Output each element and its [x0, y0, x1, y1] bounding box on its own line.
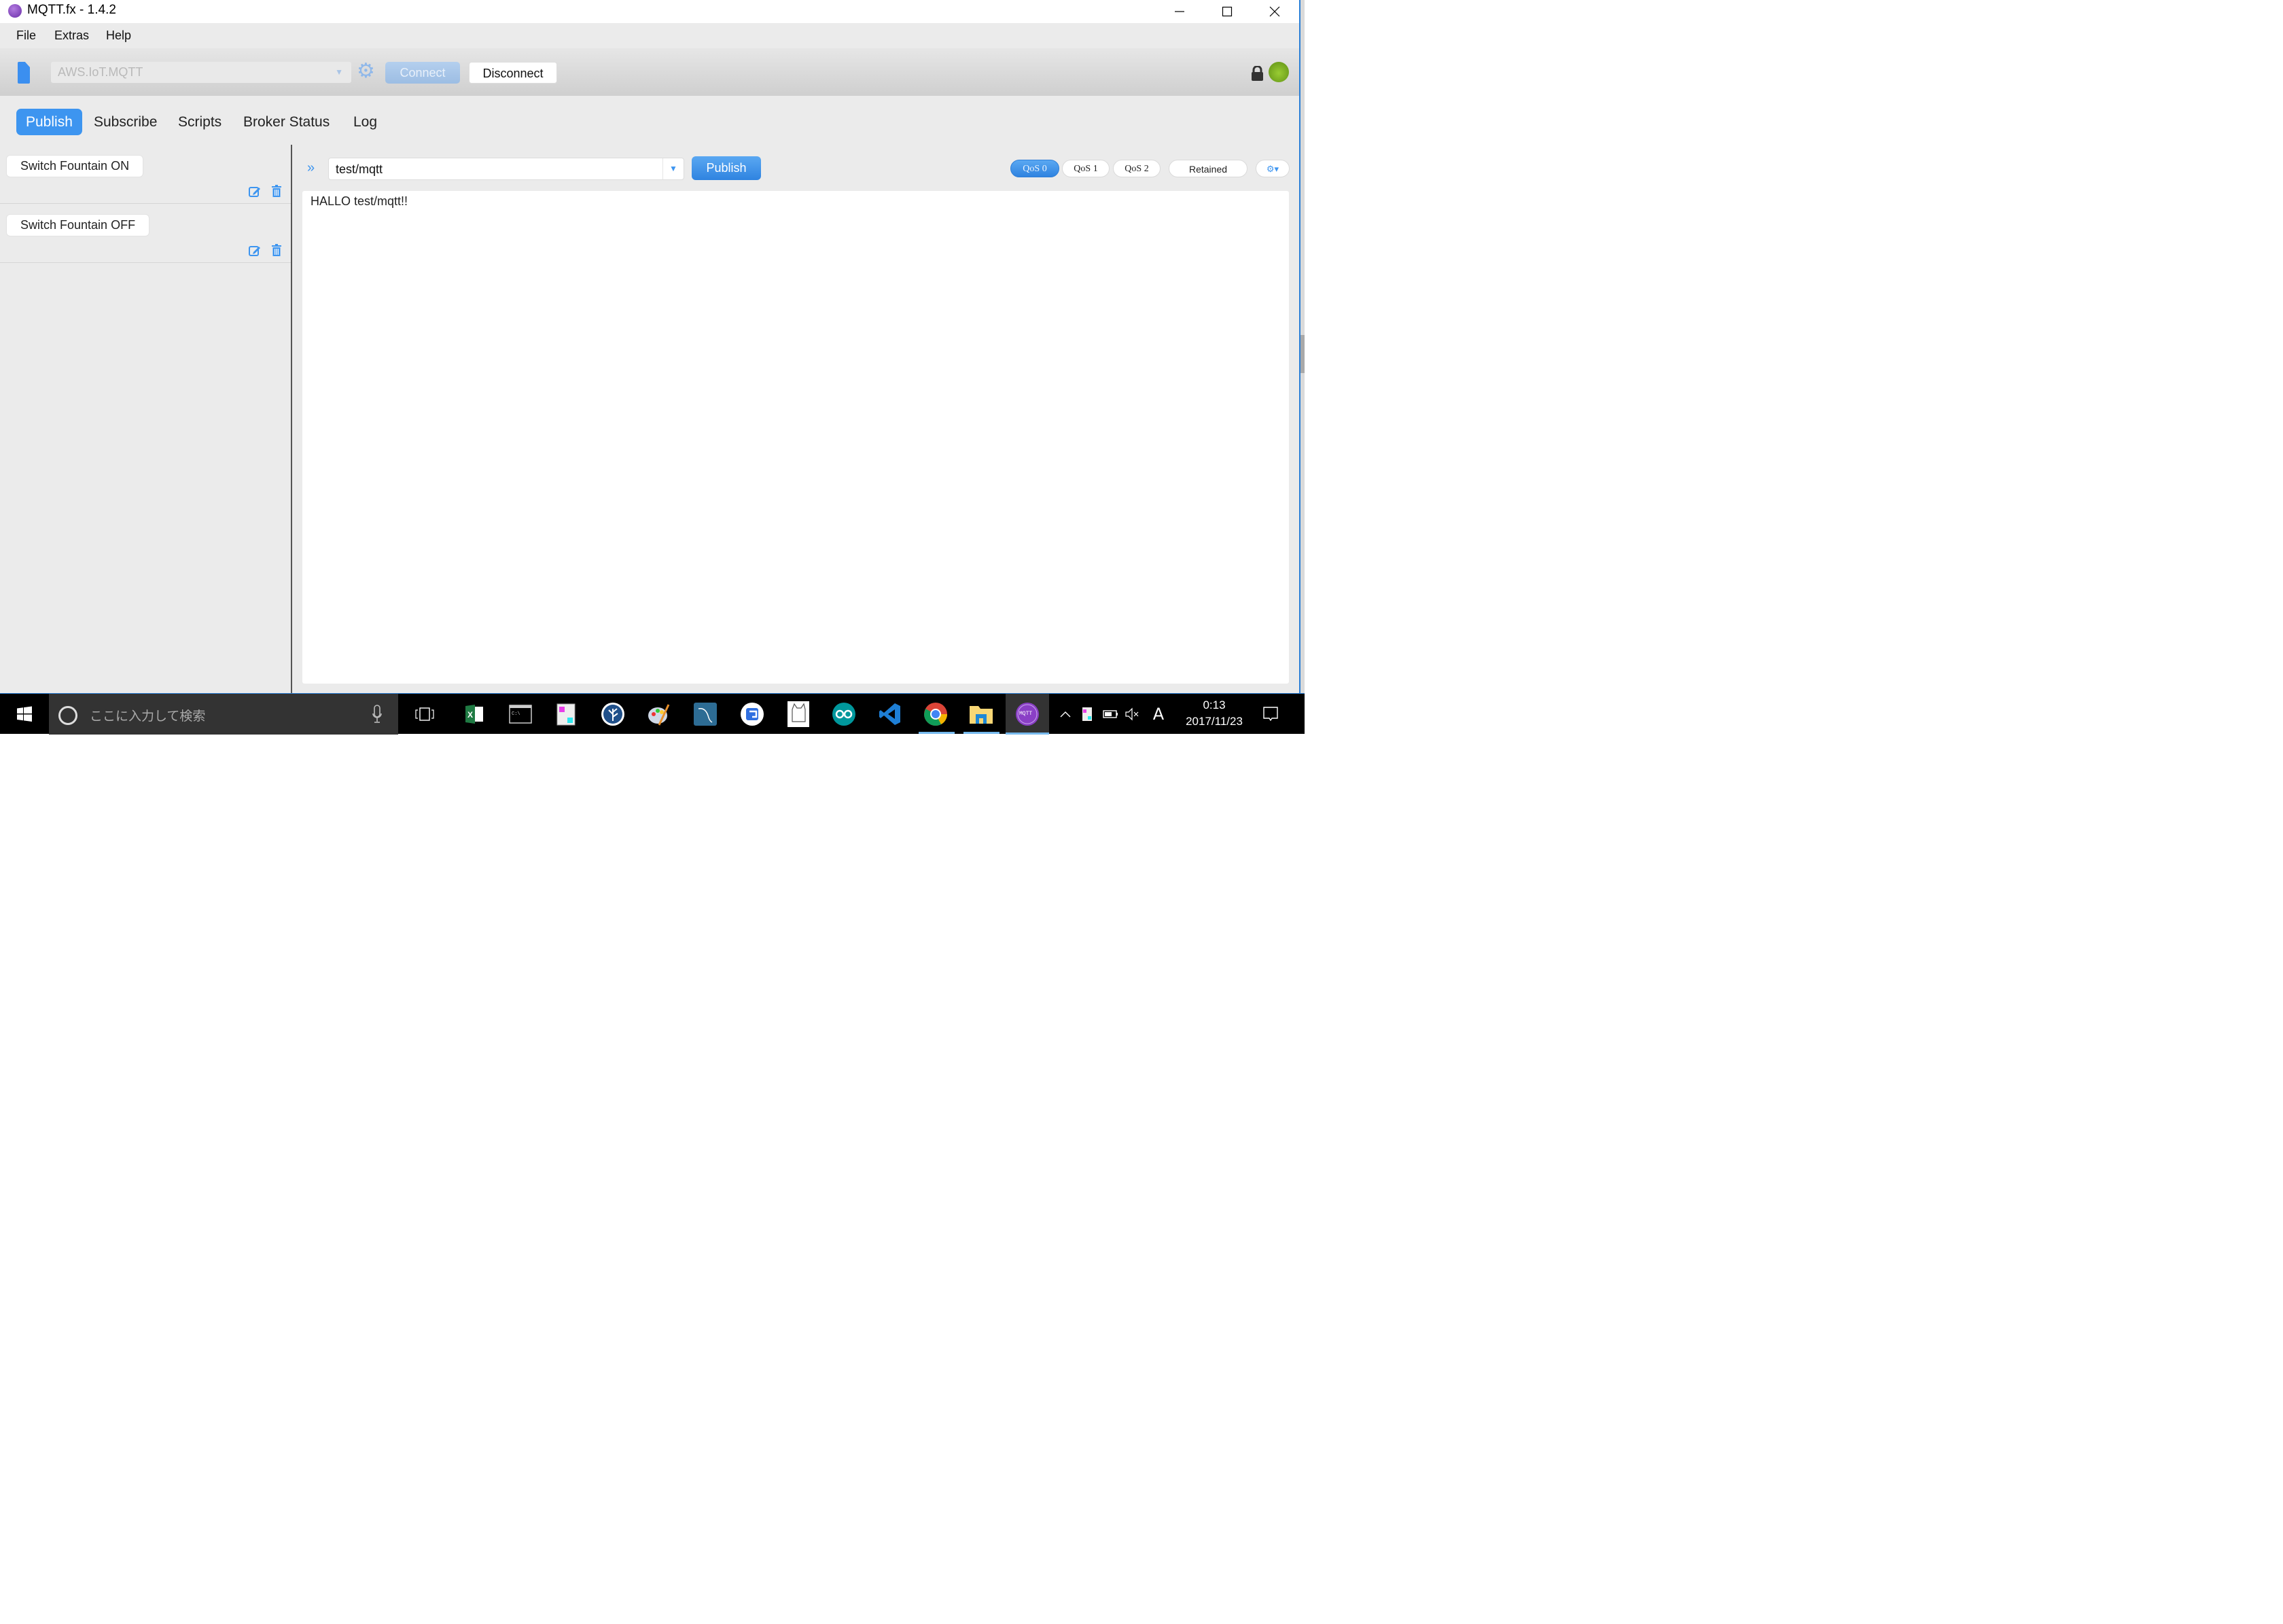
cat-app-icon[interactable]: [785, 701, 812, 728]
minimize-button[interactable]: [1156, 0, 1203, 23]
retained-toggle[interactable]: Retained: [1169, 160, 1247, 177]
chevron-down-icon[interactable]: ▼: [662, 158, 684, 179]
mqttfx-app-icon: [8, 4, 22, 18]
list-item: Switch Fountain OFF: [0, 204, 291, 263]
tab-publish[interactable]: Publish: [16, 109, 82, 135]
svg-text:C:\: C:\: [512, 711, 520, 717]
mqttfx-icon: MQTT: [1016, 703, 1039, 726]
maximize-button[interactable]: [1204, 0, 1250, 23]
payload-text: HALLO test/mqtt!!: [311, 194, 408, 208]
file-explorer-icon[interactable]: [968, 701, 995, 728]
menu-help[interactable]: Help: [106, 29, 131, 43]
start-button[interactable]: [0, 694, 49, 735]
command-prompt-icon[interactable]: C:\: [507, 701, 534, 728]
main-tabs: Publish Subscribe Scripts Broker Status …: [0, 96, 1299, 145]
arduino-icon[interactable]: [830, 701, 857, 728]
action-center-icon[interactable]: [1258, 701, 1283, 728]
svg-text:X: X: [467, 710, 473, 720]
qos-0-toggle[interactable]: QoS 0: [1010, 160, 1059, 177]
edit-icon[interactable]: [249, 245, 261, 257]
disconnect-button[interactable]: Disconnect: [469, 62, 557, 84]
close-button[interactable]: [1252, 0, 1298, 23]
saved-publish-scripts-panel: Switch Fountain ON Switch Fountain OFF: [0, 145, 292, 693]
menu-file[interactable]: File: [16, 29, 36, 43]
search-placeholder: ここに入力して検索: [90, 709, 206, 724]
excel-icon[interactable]: X: [461, 701, 488, 728]
tab-log[interactable]: Log: [344, 109, 387, 135]
svg-text:MQTT: MQTT: [1019, 711, 1032, 717]
tab-subscribe[interactable]: Subscribe: [84, 109, 166, 135]
connection-profile-value: AWS.IoT.MQTT: [58, 65, 143, 79]
lock-icon: [1252, 66, 1263, 81]
topic-input[interactable]: [329, 158, 670, 181]
options-menu-button[interactable]: ⚙▾: [1256, 160, 1290, 177]
edit-connection-profiles-icon[interactable]: [18, 62, 30, 84]
show-hidden-icons-chevron-icon[interactable]: [1057, 701, 1074, 728]
menu-extras[interactable]: Extras: [54, 29, 89, 43]
tab-broker-status[interactable]: Broker Status: [234, 109, 339, 135]
volume-muted-icon[interactable]: [1122, 701, 1143, 728]
trash-icon[interactable]: [272, 244, 281, 257]
publish-button[interactable]: Publish: [692, 156, 761, 180]
google-app-icon[interactable]: [739, 701, 766, 728]
close-icon: [1269, 6, 1280, 17]
windows-logo-icon: [17, 706, 32, 722]
minimize-icon: [1175, 11, 1184, 12]
maximize-icon: [1222, 6, 1233, 17]
explorer-running-indicator: [963, 732, 999, 734]
clock-time: 0:13: [1203, 699, 1226, 711]
taskbar-search-box[interactable]: ここに入力して検索: [49, 694, 398, 735]
ime-indicator[interactable]: A: [1148, 701, 1169, 728]
cortana-icon: [58, 706, 77, 725]
script-button[interactable]: Switch Fountain ON: [6, 155, 144, 177]
battery-icon[interactable]: [1101, 701, 1121, 728]
microphone-icon[interactable]: [372, 705, 382, 724]
window-title: MQTT.fx - 1.4.2: [27, 3, 116, 17]
gear-icon[interactable]: ⚙: [357, 59, 375, 84]
scrollbar-thumb[interactable]: [1300, 335, 1305, 373]
connection-profile-select[interactable]: AWS.IoT.MQTT ▼: [51, 62, 351, 83]
qos-1-toggle[interactable]: QoS 1: [1062, 160, 1110, 177]
topic-combobox[interactable]: ▼: [328, 158, 684, 181]
mysql-workbench-icon[interactable]: [692, 701, 719, 728]
mqttfx-taskbar-button[interactable]: MQTT: [1006, 694, 1049, 735]
tray-clock[interactable]: 0:13 2017/11/23: [1177, 697, 1252, 730]
connection-toolbar: AWS.IoT.MQTT ▼ ⚙ Connect Disconnect: [0, 48, 1299, 96]
chevron-down-icon: ▼: [335, 67, 343, 77]
clock-date: 2017/11/23: [1186, 715, 1243, 728]
double-chevron-right-icon[interactable]: »: [307, 160, 315, 176]
script-button[interactable]: Switch Fountain OFF: [6, 214, 150, 236]
notes-app-icon[interactable]: [552, 701, 580, 728]
vscode-icon[interactable]: [877, 701, 904, 728]
connection-status-indicator: [1269, 62, 1289, 82]
tab-scripts[interactable]: Scripts: [169, 109, 231, 135]
menu-bar: File Extras Help: [0, 23, 1299, 48]
windows-taskbar: ここに入力して検索 X C:\ MQTT A 0:13 2017/11/23: [0, 693, 1305, 735]
gears-icon: ⚙▾: [1266, 164, 1279, 174]
trash-icon[interactable]: [272, 185, 281, 198]
connect-button[interactable]: Connect: [385, 62, 460, 84]
task-view-icon[interactable]: [411, 701, 438, 728]
chrome-running-indicator: [919, 732, 955, 734]
list-item: Switch Fountain ON: [0, 145, 291, 204]
chrome-icon[interactable]: [922, 701, 949, 728]
sourcetree-icon[interactable]: [599, 701, 626, 728]
mqttfx-running-indicator: [1006, 732, 1049, 735]
payload-editor[interactable]: HALLO test/mqtt!!: [302, 191, 1289, 684]
qos-2-toggle[interactable]: QoS 2: [1113, 160, 1161, 177]
title-bar[interactable]: MQTT.fx - 1.4.2: [0, 0, 1299, 23]
app-window: MQTT.fx - 1.4.2 File Extras Help AWS.IoT…: [0, 0, 1300, 693]
tray-notes-icon[interactable]: [1078, 701, 1097, 728]
paint-icon[interactable]: [645, 701, 673, 728]
edit-icon[interactable]: [249, 186, 261, 198]
